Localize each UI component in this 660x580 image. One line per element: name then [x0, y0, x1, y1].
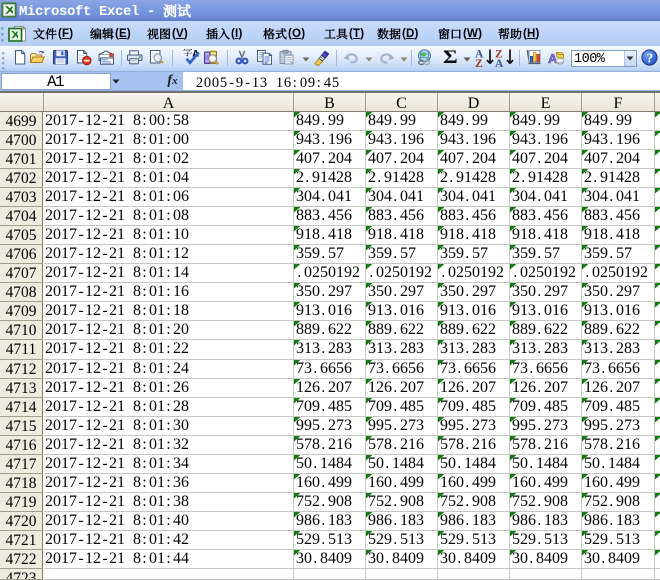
svg-text:?: ? [646, 50, 653, 65]
svg-text:Z: Z [475, 58, 483, 68]
svg-text:A: A [495, 58, 504, 68]
